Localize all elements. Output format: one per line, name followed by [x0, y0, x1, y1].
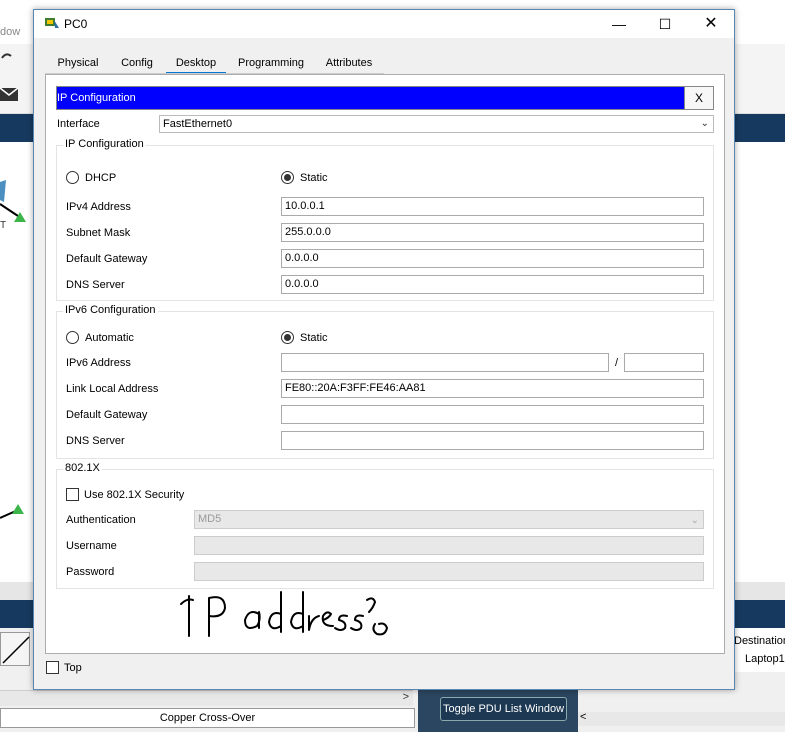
ipv6-static-radio[interactable]: [281, 331, 294, 344]
pdu-column-destination: Destination: [734, 635, 785, 647]
toolbar-icons[interactable]: [0, 44, 30, 114]
ipv6-group-title: IPv6 Configuration: [63, 304, 158, 316]
use-8021x-label: Use 802.1X Security: [84, 489, 185, 501]
ipv6-address-label: IPv6 Address: [66, 357, 131, 369]
desktop-panel: IP Configuration X Interface FastEtherne…: [45, 74, 725, 654]
minimize-button[interactable]: —: [596, 10, 642, 38]
default-gateway-field[interactable]: 0.0.0.0: [281, 249, 704, 268]
tab-attributes[interactable]: Attributes: [316, 52, 382, 74]
ipv6-gateway-label: Default Gateway: [66, 409, 148, 421]
static-radio[interactable]: [281, 171, 294, 184]
pdu-scrollbar[interactable]: <: [578, 711, 785, 726]
ipv6-dns-field[interactable]: [281, 431, 704, 450]
scroll-right-icon[interactable]: >: [403, 691, 409, 703]
device-label: T: [0, 220, 7, 231]
use-8021x-checkbox[interactable]: [66, 488, 79, 501]
dns-server-label: DNS Server: [66, 279, 125, 291]
username-label: Username: [66, 540, 117, 552]
tab-desktop[interactable]: Desktop: [166, 52, 226, 74]
ipv6-group: IPv6 Configuration Automatic Static IPv6…: [56, 304, 714, 459]
static-label: Static: [300, 172, 328, 184]
ipv6-address-field[interactable]: [281, 353, 609, 372]
tab-config[interactable]: Config: [111, 52, 163, 74]
ipv4-address-field[interactable]: 10.0.0.1: [281, 197, 704, 216]
window-titlebar[interactable]: PC0 — ☐ ✕: [34, 10, 734, 38]
ip-config-close-button[interactable]: X: [684, 87, 713, 109]
dot1x-group: 802.1X Use 802.1X Security Authenticatio…: [56, 462, 714, 589]
ipv6-dns-label: DNS Server: [66, 435, 125, 447]
dot1x-group-title: 802.1X: [63, 462, 102, 474]
authentication-select[interactable]: MD5 ⌄: [194, 510, 704, 529]
chevron-down-icon: ⌄: [690, 515, 699, 526]
ipv4-group-title: IP Configuration: [63, 138, 146, 150]
close-button[interactable]: ✕: [688, 10, 734, 38]
chevron-down-icon: ⌄: [700, 118, 709, 129]
scroll-left-icon[interactable]: <: [580, 711, 586, 723]
pdu-table: Destination Laptop1: [728, 628, 785, 672]
tab-programming[interactable]: Programming: [232, 52, 310, 74]
ip-config-header: IP Configuration X: [56, 86, 714, 110]
authentication-label: Authentication: [66, 514, 136, 526]
interface-select[interactable]: FastEthernet0 ⌄: [159, 115, 714, 133]
pdu-cell: Laptop1: [745, 653, 785, 665]
default-gateway-label: Default Gateway: [66, 253, 148, 265]
dhcp-label: DHCP: [85, 172, 117, 184]
subnet-mask-label: Subnet Mask: [66, 227, 131, 239]
ipv6-gateway-field[interactable]: [281, 405, 704, 424]
maximize-button[interactable]: ☐: [642, 10, 688, 38]
ipv6-static-label: Static: [300, 332, 328, 344]
interface-value: FastEthernet0: [163, 118, 233, 130]
toggle-pdu-list-button[interactable]: Toggle PDU List Window: [440, 697, 567, 721]
pc-app-icon: [45, 18, 59, 28]
link-local-field[interactable]: FE80::20A:F3FF:FE46:AA81: [281, 379, 704, 398]
cable-icon: [2, 636, 30, 664]
link-local-label: Link Local Address: [66, 383, 159, 395]
ipv6-prefix-field[interactable]: [624, 353, 704, 372]
window-title: PC0: [64, 17, 88, 31]
cable-tool-button[interactable]: [0, 632, 30, 666]
menu-fragment[interactable]: dow: [0, 26, 20, 38]
top-checkbox-label: Top: [64, 662, 82, 674]
automatic-label: Automatic: [85, 332, 134, 344]
ipv4-address-label: IPv4 Address: [66, 201, 131, 213]
device-scrollbar[interactable]: >: [0, 690, 413, 706]
tab-physical[interactable]: Physical: [45, 52, 111, 74]
ip-config-title: IP Configuration: [57, 92, 136, 104]
top-checkbox[interactable]: [46, 661, 59, 674]
subnet-mask-field[interactable]: 255.0.0.0: [281, 223, 704, 242]
password-label: Password: [66, 566, 115, 578]
authentication-value: MD5: [198, 513, 222, 525]
username-field[interactable]: [194, 536, 704, 555]
pc0-window: PC0 — ☐ ✕ Physical Config Desktop Progra…: [33, 9, 735, 690]
handwritten-note: [180, 591, 388, 637]
ipv4-group: IP Configuration DHCP Static IPv4 Addres…: [56, 138, 714, 301]
automatic-radio[interactable]: [66, 331, 79, 344]
cable-type-label: Copper Cross-Over: [0, 708, 415, 728]
password-field[interactable]: [194, 562, 704, 581]
dhcp-radio[interactable]: [66, 171, 79, 184]
prefix-separator: /: [615, 357, 619, 369]
dns-server-field[interactable]: 0.0.0.0: [281, 275, 704, 294]
interface-label: Interface: [57, 118, 100, 130]
